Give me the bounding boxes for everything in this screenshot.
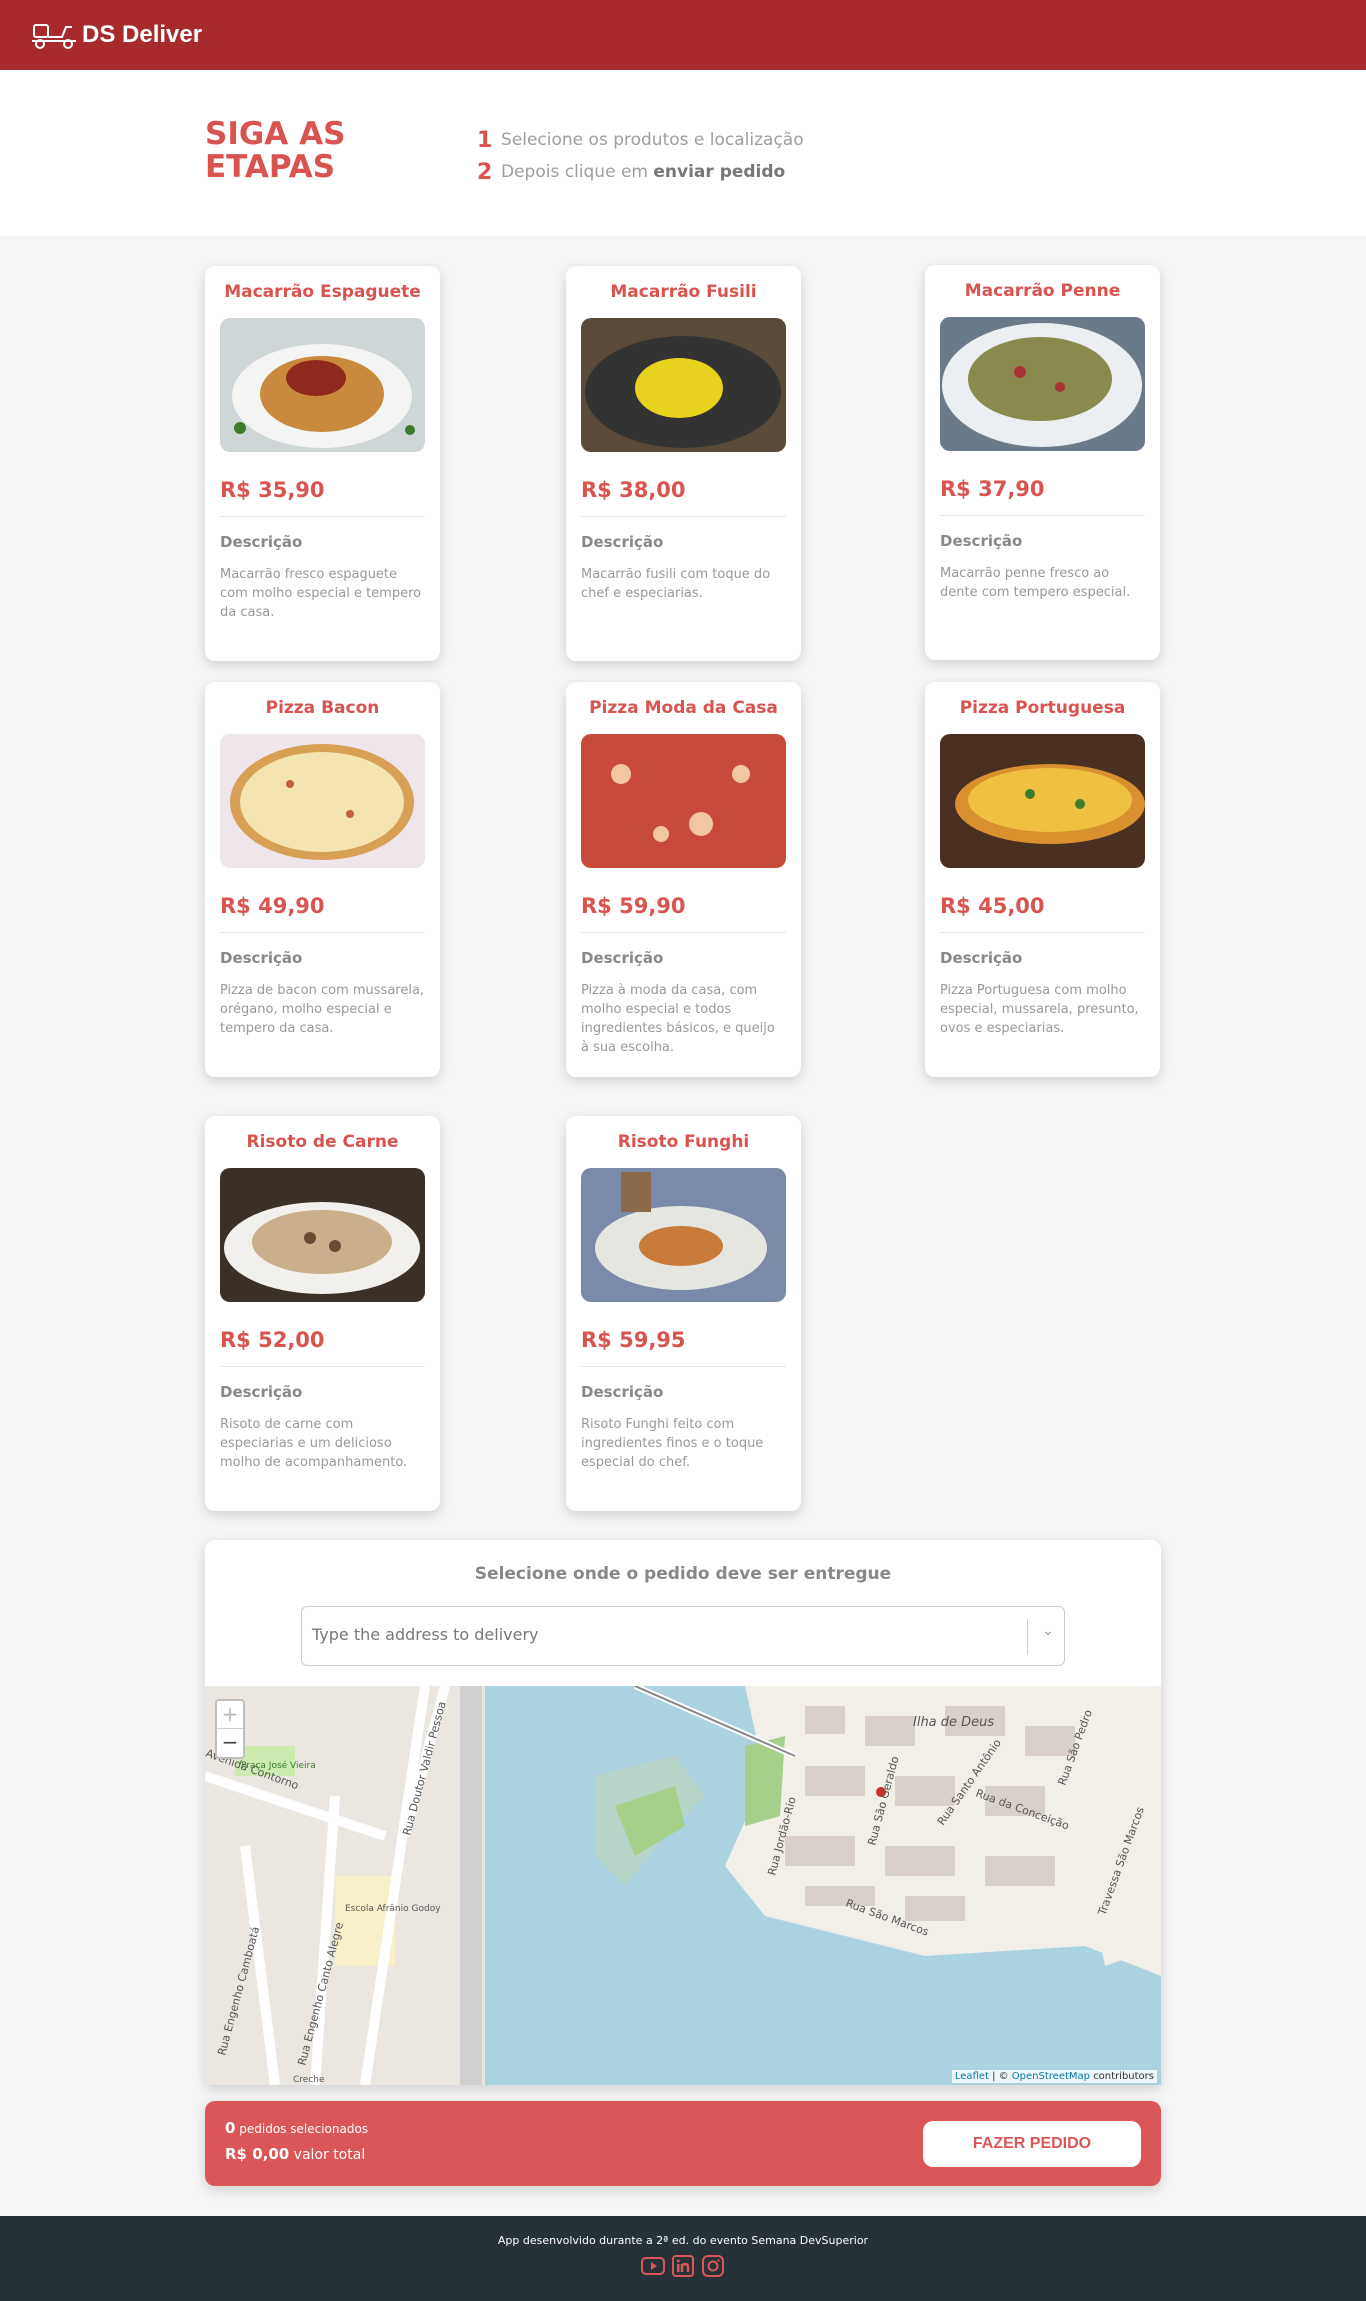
product-card[interactable]: Pizza Bacon R$ 49,90 Descrição Pizza de … xyxy=(205,682,440,1077)
description-title: Descrição xyxy=(940,532,1023,550)
zoom-out-button[interactable]: − xyxy=(217,1729,243,1757)
product-card[interactable]: Risoto de Carne R$ 52,00 Descrição Risot… xyxy=(205,1116,440,1511)
address-select[interactable]: Type the address to delivery ⌄ xyxy=(301,1606,1065,1666)
product-price: R$ 52,00 xyxy=(220,1328,425,1367)
products-grid: Macarrão Espaguete R$ 35,90 Descrição Ma… xyxy=(0,236,1366,1536)
description-title: Descrição xyxy=(581,533,664,551)
place-order-button[interactable]: FAZER PEDIDO xyxy=(923,2121,1141,2167)
selected-count: 0 pedidos selecionados xyxy=(225,2119,369,2137)
social-icons xyxy=(0,2255,1366,2277)
product-name: Macarrão Penne xyxy=(964,281,1121,301)
product-image xyxy=(940,317,1145,451)
description-title: Descrição xyxy=(581,949,664,967)
map-attribution: Leaflet | © OpenStreetMap contributors xyxy=(951,2070,1157,2083)
product-name: Risoto de Carne xyxy=(246,1132,399,1152)
product-name: Pizza Moda da Casa xyxy=(589,698,778,718)
description-title: Descrição xyxy=(581,1383,664,1401)
description-title: Descrição xyxy=(940,949,1023,967)
leaflet-link[interactable]: Leaflet xyxy=(955,2071,989,2082)
product-image xyxy=(581,734,786,868)
total-value: R$ 0,00 valor total xyxy=(225,2145,366,2163)
product-card[interactable]: Pizza Portuguesa R$ 45,00 Descrição Pizz… xyxy=(925,682,1160,1077)
product-description: Macarrão fresco espaguete com molho espe… xyxy=(220,567,422,620)
map-label: Creche xyxy=(293,2075,325,2085)
product-price: R$ 49,90 xyxy=(220,894,425,933)
product-card[interactable]: Risoto Funghi R$ 59,95 Descrição Risoto … xyxy=(566,1116,801,1511)
navbar: DS Deliver xyxy=(0,0,1366,70)
description-title: Descrição xyxy=(220,1383,303,1401)
product-description: Pizza à moda da casa, com molho especial… xyxy=(581,983,775,1055)
product-description: Pizza de bacon com mussarela, orégano, m… xyxy=(220,983,425,1036)
product-price: R$ 59,90 xyxy=(581,894,786,933)
steps-section: SIGA AS ETAPAS 1 Selecione os produtos e… xyxy=(0,70,1366,236)
steps-title: SIGA AS ETAPAS xyxy=(205,116,346,185)
chevron-down-icon[interactable]: ⌄ xyxy=(1042,1623,1054,1639)
footer-text: App desenvolvido durante a 2ª ed. do eve… xyxy=(497,2234,869,2247)
product-image xyxy=(220,318,425,452)
product-card[interactable]: Pizza Moda da Casa R$ 59,90 Descrição Pi… xyxy=(566,682,801,1077)
product-card[interactable]: Macarrão Fusili R$ 38,00 Descrição Macar… xyxy=(566,266,801,661)
product-card[interactable]: Macarrão Penne R$ 37,90 Descrição Macarr… xyxy=(925,265,1160,660)
product-price: R$ 45,00 xyxy=(940,894,1145,933)
step-item: 1 Selecione os produtos e localização xyxy=(477,127,804,153)
product-price: R$ 35,90 xyxy=(220,478,425,517)
product-price: R$ 37,90 xyxy=(940,477,1145,516)
product-description: Macarrão penne fresco ao dente com tempe… xyxy=(940,566,1131,600)
step-item: 2 Depois clique em enviar pedido xyxy=(477,159,786,185)
product-name: Pizza Portuguesa xyxy=(959,698,1126,718)
select-separator xyxy=(1027,1619,1028,1655)
footer: App desenvolvido durante a 2ª ed. do eve… xyxy=(0,2216,1366,2301)
youtube-icon[interactable] xyxy=(641,2255,665,2277)
description-title: Descrição xyxy=(220,949,303,967)
delivery-scooter-icon xyxy=(32,24,76,49)
product-price: R$ 38,00 xyxy=(581,478,786,517)
description-title: Descrição xyxy=(220,533,303,551)
product-description: Risoto Funghi feito com ingredientes fin… xyxy=(581,1417,764,1470)
product-image xyxy=(220,1168,425,1302)
delivery-map[interactable]: Ilha de Deus Rua São Marcos Rua Jordão-R… xyxy=(205,1686,1161,2085)
product-card[interactable]: Macarrão Espaguete R$ 35,90 Descrição Ma… xyxy=(205,266,440,661)
delivery-title: Selecione onde o pedido deve ser entregu… xyxy=(474,1564,892,1584)
product-image xyxy=(581,1168,786,1302)
product-image xyxy=(220,734,425,868)
address-placeholder: Type the address to delivery xyxy=(312,1625,539,1644)
brand-name[interactable]: DS Deliver xyxy=(82,21,202,49)
product-name: Pizza Bacon xyxy=(265,698,380,718)
map-zoom-control: + − xyxy=(215,1699,245,1759)
product-name: Risoto Funghi xyxy=(617,1132,750,1152)
steps-list: 1 Selecione os produtos e localização 2 … xyxy=(477,118,804,188)
product-image xyxy=(940,734,1145,868)
map-label-ilha: Ilha de Deus xyxy=(913,1715,994,1730)
order-summary: 0 pedidos selecionados R$ 0,00 valor tot… xyxy=(205,2101,1161,2186)
instagram-icon[interactable] xyxy=(701,2255,725,2277)
product-description: Risoto de carne com especiarias e um del… xyxy=(220,1417,408,1470)
zoom-in-button[interactable]: + xyxy=(217,1701,243,1729)
product-image xyxy=(581,318,786,452)
map-label: Escola Afrânio Godoy xyxy=(345,1904,441,1914)
linkedin-icon[interactable] xyxy=(671,2255,695,2277)
product-name: Macarrão Espaguete xyxy=(224,282,421,302)
delivery-section: Selecione onde o pedido deve ser entregu… xyxy=(205,1540,1161,2085)
product-name: Macarrão Fusili xyxy=(610,282,757,302)
product-price: R$ 59,95 xyxy=(581,1328,786,1367)
osm-link[interactable]: OpenStreetMap xyxy=(1012,2071,1090,2082)
product-description: Pizza Portuguesa com molho especial, mus… xyxy=(940,983,1139,1036)
product-description: Macarrão fusili com toque do chef e espe… xyxy=(581,567,771,601)
